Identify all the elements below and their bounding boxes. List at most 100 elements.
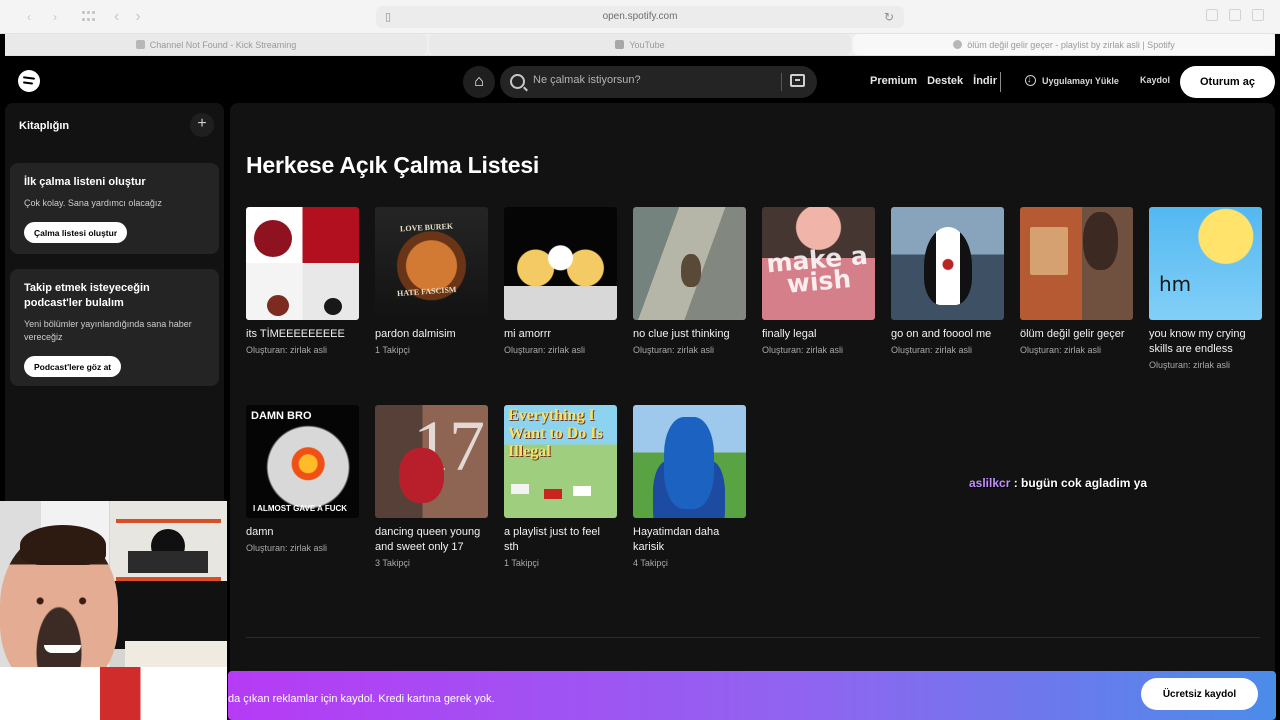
back-disabled-icon[interactable]: ‹	[22, 10, 36, 24]
back-icon[interactable]: ‹	[114, 8, 119, 26]
playlist-cover-image[interactable]	[504, 405, 617, 518]
search-box[interactable]	[500, 66, 817, 98]
playlist-title[interactable]: mi amorrr	[504, 327, 617, 342]
signup-banner: da çıkan reklamlar için kaydol. Kredi ka…	[228, 671, 1276, 720]
address-url: open.spotify.com	[602, 11, 678, 22]
playlist-card[interactable]: mi amorrr Oluşturan: zirlak asli	[504, 207, 617, 403]
playlist-cover-image[interactable]	[246, 207, 359, 320]
playlist-card[interactable]: ölüm değil gelir geçer Oluşturan: zirlak…	[1020, 207, 1133, 403]
playlist-title[interactable]: finally legal	[762, 327, 875, 342]
playlist-title[interactable]: ölüm değil gelir geçer	[1020, 327, 1133, 342]
stream-chat-message: aslilkcr : bugün cok agladim ya	[969, 476, 1147, 490]
playlist-grid: its TİMEEEEEEEEE Oluşturan: zirlak asli …	[246, 207, 1262, 601]
background-sofa	[125, 641, 227, 669]
playlist-title[interactable]: damn	[246, 525, 359, 540]
background-jacket	[106, 581, 227, 649]
download-link[interactable]: İndir	[973, 75, 997, 87]
youtube-icon	[615, 40, 625, 49]
playlist-card[interactable]: its TİMEEEEEEEEE Oluşturan: zirlak asli	[246, 207, 359, 403]
tab-youtube[interactable]: YouTube	[429, 34, 851, 55]
search-input[interactable]	[533, 74, 763, 86]
spotify-icon	[953, 40, 963, 49]
playlist-title[interactable]: go on and fooool me	[891, 327, 1004, 342]
playlist-subtitle: 4 Takipçi	[633, 558, 668, 568]
playlist-title[interactable]: you know my crying skills are endless	[1149, 327, 1262, 357]
main-content: Herkese Açık Çalma Listesi its TİMEEEEEE…	[230, 103, 1275, 720]
home-icon: ⌂	[474, 73, 484, 90]
signup-banner-text: da çıkan reklamlar için kaydol. Kredi ka…	[228, 693, 495, 705]
create-playlist-title: İlk çalma listeni oluştur	[24, 176, 146, 188]
playlist-card[interactable]: damn Oluşturan: zirlak asli	[246, 405, 359, 601]
playlist-title[interactable]: dancing queen young and sweet only 17	[375, 525, 488, 555]
playlist-cover-image[interactable]	[633, 207, 746, 320]
playlist-cover-image[interactable]	[504, 207, 617, 320]
support-link[interactable]: Destek	[927, 75, 963, 87]
create-playlist-button[interactable]: Çalma listesi oluştur	[24, 222, 128, 243]
playlist-title[interactable]: its TİMEEEEEEEEE	[246, 327, 359, 342]
browser-tabs: Channel Not Found - Kick Streaming YouTu…	[5, 34, 1275, 56]
search-icon	[510, 74, 525, 89]
podcasts-title: Takip etmek isteyeceğin podcast'ler bula…	[24, 282, 150, 309]
playlist-card[interactable]: Hayatimdan daha karisik 4 Takipçi	[633, 405, 746, 601]
playlist-cover-image[interactable]	[1020, 207, 1133, 320]
playlist-card[interactable]: dancing queen young and sweet only 17 3 …	[375, 405, 488, 601]
playlist-title[interactable]: pardon dalmisim	[375, 327, 488, 342]
playlist-title[interactable]: no clue just thinking	[633, 327, 746, 342]
podcasts-card: Takip etmek isteyeceğin podcast'ler bula…	[10, 269, 219, 386]
playlist-cover-image[interactable]	[891, 207, 1004, 320]
install-app-button[interactable]: Uygulamayı Yükle	[1025, 74, 1119, 86]
create-playlist-card: İlk çalma listeni oluştur Çok kolay. San…	[10, 163, 219, 254]
browser-toolbar: ‹ › ‹ › ▯ open.spotify.com ↻	[0, 0, 1280, 34]
spotify-logo-icon[interactable]	[18, 70, 40, 92]
webcam-overlay	[0, 501, 227, 720]
playlist-cover-image[interactable]	[1149, 207, 1262, 320]
playlist-card[interactable]: no clue just thinking Oluşturan: zirlak …	[633, 207, 746, 403]
playlist-cover-image[interactable]	[246, 405, 359, 518]
share-icon[interactable]	[1206, 9, 1218, 21]
tab-kick[interactable]: Channel Not Found - Kick Streaming	[5, 34, 427, 55]
playlist-cover-image[interactable]	[375, 405, 488, 518]
podcasts-desc: Yeni bölümler yayınlandığında sana haber…	[24, 319, 192, 342]
address-bar[interactable]: ▯ open.spotify.com ↻	[376, 6, 904, 28]
playlist-cover-image[interactable]	[762, 207, 875, 320]
install-label: Uygulamayı Yükle	[1042, 75, 1119, 86]
playlist-subtitle: 1 Takipçi	[375, 345, 410, 355]
content-divider	[246, 637, 1260, 638]
playlist-title[interactable]: a playlist just to feel sth	[504, 525, 617, 555]
tab-label: ölüm değil gelir geçer - playlist by zir…	[967, 39, 1175, 50]
playlist-cover-image[interactable]	[633, 405, 746, 518]
page-title: Herkese Açık Çalma Listesi	[246, 152, 540, 178]
tab-overview-icon[interactable]	[1252, 9, 1264, 21]
playlist-title[interactable]: Hayatimdan daha karisik	[633, 525, 746, 555]
playlist-card[interactable]: finally legal Oluşturan: zirlak asli	[762, 207, 875, 403]
window-controls: ‹ ›	[22, 10, 62, 24]
playlist-subtitle: Oluşturan: zirlak asli	[762, 345, 844, 355]
playlist-subtitle: Oluşturan: zirlak asli	[246, 345, 328, 355]
forward-disabled-icon[interactable]: ›	[48, 10, 62, 24]
browse-podcasts-button[interactable]: Podcast'lere göz at	[24, 356, 122, 377]
playlist-card[interactable]: go on and fooool me Oluşturan: zirlak as…	[891, 207, 1004, 403]
apps-grid-icon[interactable]	[82, 11, 96, 23]
tab-spotify[interactable]: ölüm değil gelir geçer - playlist by zir…	[853, 34, 1275, 55]
free-signup-button[interactable]: Ücretsiz kaydol	[1141, 678, 1258, 710]
new-tab-icon[interactable]	[1229, 9, 1241, 21]
playlist-card[interactable]: you know my crying skills are endless Ol…	[1149, 207, 1262, 403]
home-button[interactable]: ⌂	[463, 66, 495, 98]
premium-link[interactable]: Premium	[870, 75, 917, 87]
reload-icon[interactable]: ↻	[884, 6, 894, 28]
login-button[interactable]: Oturum aç	[1180, 66, 1275, 98]
chat-username: aslilkcr	[969, 476, 1011, 490]
playlist-card[interactable]: pardon dalmisim 1 Takipçi	[375, 207, 488, 403]
browse-icon[interactable]	[790, 74, 805, 87]
download-icon	[1025, 74, 1036, 86]
signup-link[interactable]: Kaydol	[1140, 75, 1170, 85]
playlist-cover-image[interactable]	[375, 207, 488, 320]
forward-icon[interactable]: ›	[135, 8, 140, 26]
background-shelf	[116, 519, 221, 581]
plus-icon: +	[197, 115, 207, 132]
top-links: Premium Destek İndir	[870, 75, 997, 87]
add-library-button[interactable]: +	[190, 113, 214, 137]
playlist-card[interactable]: a playlist just to feel sth 1 Takipçi	[504, 405, 617, 601]
playlist-subtitle: Oluşturan: zirlak asli	[891, 345, 973, 355]
playlist-subtitle: Oluşturan: zirlak asli	[1149, 360, 1231, 370]
